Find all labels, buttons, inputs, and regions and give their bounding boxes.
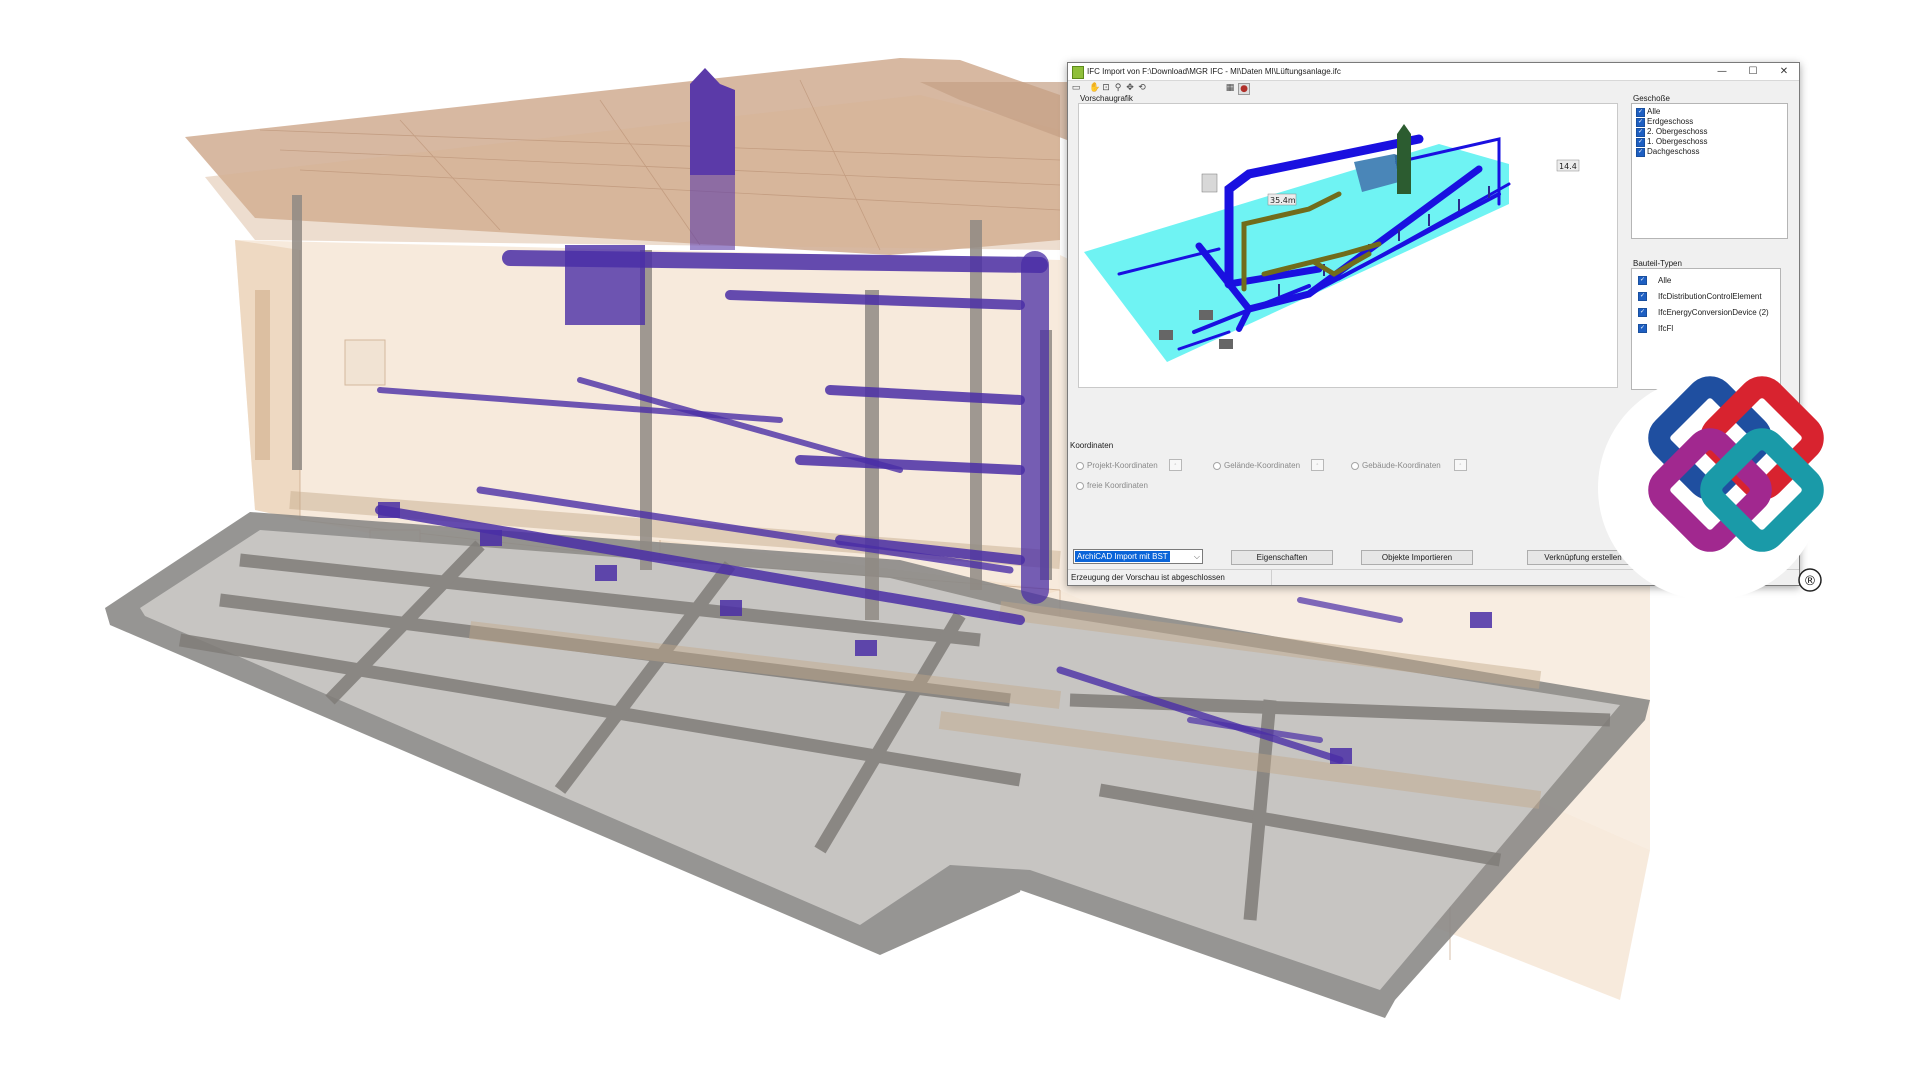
checkbox[interactable]: ✓ [1636,138,1645,147]
toolbar: ▭ ✋ ⊡ ⚲ ✥ ⟲ ▦ ● [1068,81,1799,95]
title-bar: IFC Import von F:\Download\MGR IFC - MI\… [1068,63,1799,81]
app-icon [1072,66,1084,79]
radio-freie-koordinaten[interactable]: freie Koordinaten [1076,481,1148,490]
status-separator [1271,570,1272,585]
geschosse-label: Geschoße [1633,94,1670,103]
move-icon[interactable]: ✥ [1125,83,1135,93]
bauteil-typen-label: Bauteil-Typen [1633,259,1682,268]
zoom-window-icon[interactable]: ⊡ [1101,83,1111,93]
gebaeude-koordinaten-button[interactable]: ◦ [1454,459,1467,471]
open-folder-icon[interactable]: ▭ [1071,83,1081,93]
radio-gebaeude-koordinaten[interactable]: Gebäude-Koordinaten [1351,461,1441,470]
checkbox[interactable]: ✓ [1636,148,1645,157]
checkbox[interactable]: ✓ [1638,276,1647,285]
bauteil-item[interactable]: ✓ Alle [1632,273,1780,289]
preview-panel[interactable]: 35.4m 14.4 [1078,103,1618,388]
import-mode-select[interactable]: ArchiCAD Import mit BST ⌵ [1073,549,1203,564]
maximize-button[interactable]: ☐ [1738,63,1768,80]
bauteil-item[interactable]: ✓ IfcEnergyConversionDevice (2) [1632,305,1780,321]
checkbox[interactable]: ✓ [1636,108,1645,117]
preview-graphic[interactable]: 35.4m 14.4 [1079,104,1617,387]
minimize-button[interactable]: — [1707,63,1737,80]
geschoss-item[interactable]: ✓ 2. Obergeschoss [1632,127,1787,137]
preview-dimension-2: 14.4 [1559,162,1577,171]
preview-label: Vorschaugrafik [1080,94,1133,103]
gelaende-koordinaten-button[interactable]: ◦ [1311,459,1324,471]
import-mode-value: ArchiCAD Import mit BST [1075,551,1170,562]
window-title: IFC Import von F:\Download\MGR IFC - MI\… [1087,67,1341,76]
close-button[interactable]: ✕ [1769,63,1799,80]
checkbox[interactable]: ✓ [1636,118,1645,127]
zoom-icon[interactable]: ⚲ [1113,83,1123,93]
layers-icon[interactable]: ▦ [1225,83,1235,93]
geschoss-item[interactable]: ✓ 1. Obergeschoss [1632,137,1787,147]
rotate-icon[interactable]: ⟲ [1137,83,1147,93]
eigenschaften-button[interactable]: Eigenschaften [1231,550,1333,565]
bauteil-item[interactable]: ✓ IfcDistributionControlElement [1632,289,1780,305]
chevron-down-icon: ⌵ [1193,552,1200,561]
checkbox[interactable]: ✓ [1636,128,1645,137]
status-text: Erzeugung der Vorschau ist abgeschlossen [1071,573,1225,582]
render-icon[interactable]: ● [1238,83,1250,95]
koordinaten-label: Koordinaten [1070,441,1114,450]
checkbox[interactable]: ✓ [1638,324,1647,333]
pan-hand-icon[interactable]: ✋ [1089,83,1100,93]
geschoss-item[interactable]: ✓ Alle [1632,107,1787,117]
registered-mark: ® [1804,574,1817,589]
radio-projekt-koordinaten[interactable]: Projekt-Koordinaten [1076,461,1158,470]
ifc-logo: ® [1598,376,1824,600]
radio-gelaende-koordinaten[interactable]: Gelände-Koordinaten [1213,461,1300,470]
objekte-importieren-button[interactable]: Objekte Importieren [1361,550,1473,565]
checkbox[interactable]: ✓ [1638,292,1647,301]
checkbox[interactable]: ✓ [1638,308,1647,317]
projekt-koordinaten-button[interactable]: ◦ [1169,459,1182,471]
geschoss-item[interactable]: ✓ Dachgeschoss [1632,147,1787,157]
geschoss-item[interactable]: ✓ Erdgeschoss [1632,117,1787,127]
bauteil-item[interactable]: ✓ IfcFl [1632,321,1780,337]
geschosse-list: ✓ Alle ✓ Erdgeschoss ✓ 2. Obergeschoss ✓ 1. … [1631,103,1788,239]
preview-dimension-1: 35.4m [1270,196,1296,205]
